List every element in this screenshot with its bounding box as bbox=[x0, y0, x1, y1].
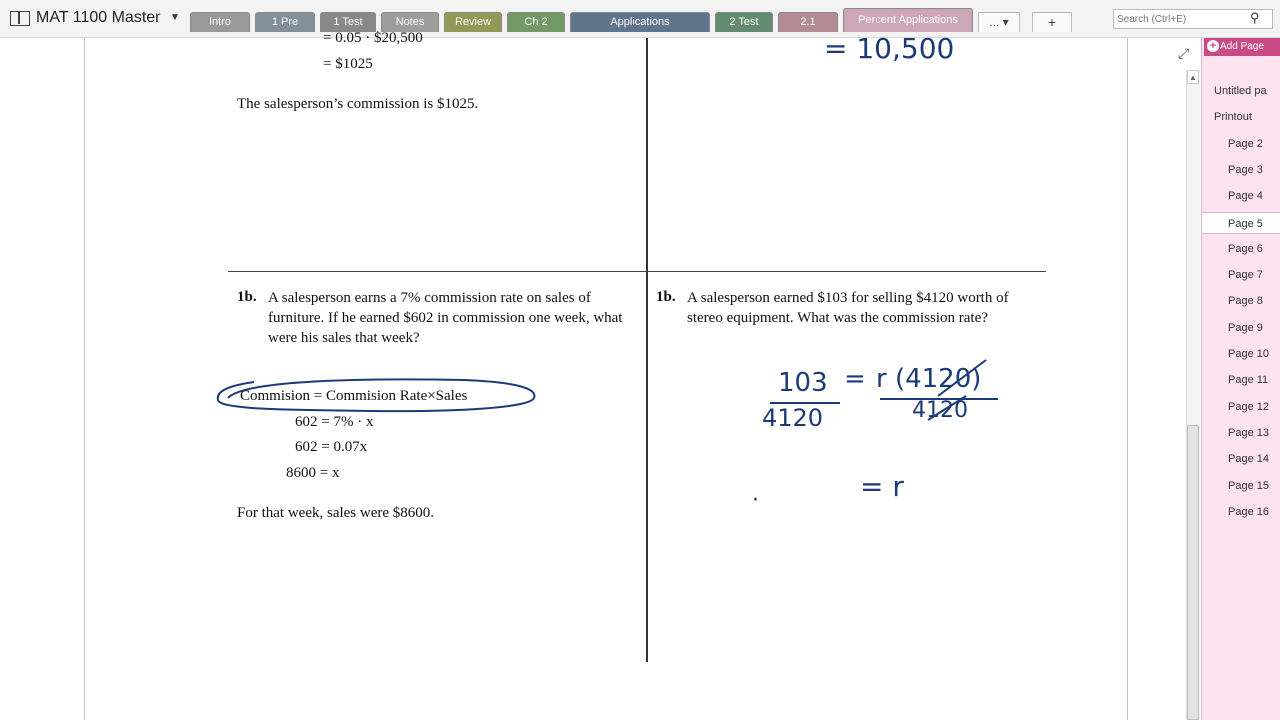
section-tab-active[interactable]: Percent Applications bbox=[843, 8, 973, 32]
problem-text-right: A salesperson earned $103 for selling $4… bbox=[687, 290, 1009, 326]
work-line-2: = $1025 bbox=[323, 56, 373, 72]
top-bar: MAT 1100 Master ▼ Intro 1 Pre 1 Test Not… bbox=[0, 0, 1280, 38]
problem-number-left: 1b. bbox=[237, 289, 257, 305]
step-1: 602 = 7% · x bbox=[295, 414, 374, 430]
chevron-down-icon: ▾ bbox=[1002, 15, 1009, 29]
work-line-1: = 0.05 · $20,500 bbox=[323, 30, 423, 46]
magnifier-icon[interactable]: ⚲ bbox=[1250, 10, 1260, 26]
commission-formula: Commision = Commision Rate×Sales bbox=[240, 388, 468, 404]
section-tab-1[interactable]: Intro bbox=[190, 12, 250, 32]
page-list-item[interactable]: Page 8 bbox=[1202, 290, 1280, 312]
section-tab-8[interactable]: 2 Test bbox=[715, 12, 773, 32]
page-list-item[interactable]: Page 15 bbox=[1202, 475, 1280, 497]
page-list-item[interactable]: Page 10 bbox=[1202, 343, 1280, 365]
page-list-item[interactable]: Untitled pa bbox=[1202, 80, 1280, 102]
handwritten-lhs-denominator: 4120 bbox=[762, 404, 824, 432]
page-list-item[interactable]: Page 4 bbox=[1202, 185, 1280, 207]
sales-conclusion: For that week, sales were $8600. bbox=[237, 505, 435, 521]
page-list-panel: + Add Page Untitled pa Printout Page 2 Page… bbox=[1201, 38, 1280, 720]
notebook-title[interactable]: MAT 1100 Master bbox=[36, 9, 161, 27]
page-list-item[interactable]: Printout bbox=[1202, 106, 1280, 128]
section-tab-2[interactable]: 1 Pre bbox=[255, 12, 315, 32]
section-tab-3[interactable]: 1 Test bbox=[320, 12, 376, 32]
section-tab-9[interactable]: 2.1 bbox=[778, 12, 838, 32]
page-list-item[interactable]: Page 6 bbox=[1202, 238, 1280, 260]
more-tabs-button[interactable]: ... ▾ bbox=[978, 12, 1020, 32]
page-list-item[interactable]: Page 13 bbox=[1202, 422, 1280, 444]
chevron-down-icon[interactable]: ▼ bbox=[170, 12, 180, 23]
vertical-divider bbox=[646, 38, 648, 662]
section-tab-5[interactable]: Review bbox=[444, 12, 502, 32]
section-tab-7[interactable]: Applications bbox=[570, 12, 710, 32]
more-label: ... bbox=[989, 15, 1000, 29]
page-list-item[interactable]: Page 16 bbox=[1202, 501, 1280, 523]
expand-icon[interactable]: ⤢ bbox=[1178, 45, 1189, 62]
page-list-item[interactable]: Page 14 bbox=[1202, 448, 1280, 470]
notebook-icon[interactable] bbox=[10, 11, 30, 26]
add-page-button[interactable]: + Add Page bbox=[1204, 38, 1280, 56]
handwritten-equals: = bbox=[844, 364, 866, 394]
page-list-item[interactable]: Page 9 bbox=[1202, 317, 1280, 339]
page-list-item[interactable]: Page 11 bbox=[1202, 369, 1280, 391]
handwritten-lhs-numerator: 103 bbox=[778, 368, 828, 398]
section-tab-6[interactable]: Ch 2 bbox=[507, 12, 565, 32]
plus-circle-icon: + bbox=[1207, 40, 1219, 52]
search-input[interactable] bbox=[1113, 9, 1273, 29]
step-2: 602 = 0.07x bbox=[295, 439, 368, 455]
problem-text-left: A salesperson earns a 7% commission rate… bbox=[268, 290, 623, 346]
add-section-button[interactable]: + bbox=[1032, 12, 1072, 32]
problem-number-right: 1b. bbox=[656, 289, 676, 305]
section-tab-4[interactable]: Notes bbox=[381, 12, 439, 32]
horizontal-divider bbox=[228, 271, 1046, 272]
scroll-up-arrow[interactable]: ▲ bbox=[1187, 70, 1199, 84]
page-list-item[interactable]: Page 3 bbox=[1202, 159, 1280, 181]
page-list-item[interactable]: Page 12 bbox=[1202, 396, 1280, 418]
commission-conclusion: The salesperson’s commission is $1025. bbox=[237, 96, 479, 112]
handwritten-top-right: = 10,500 bbox=[824, 32, 955, 65]
step-3: 8600 = x bbox=[286, 465, 340, 481]
page-list-item[interactable]: Page 7 bbox=[1202, 264, 1280, 286]
page-list-item[interactable]: Page 2 bbox=[1202, 133, 1280, 155]
handwritten-dot: · bbox=[752, 488, 759, 513]
add-page-label: Add Page bbox=[1220, 41, 1264, 52]
handwritten-result: = r bbox=[860, 470, 904, 503]
page-list-item[interactable]: Page 5 bbox=[1202, 211, 1280, 234]
scroll-thumb[interactable] bbox=[1187, 425, 1199, 720]
handwritten-rhs-denominator: 4120 bbox=[912, 398, 968, 423]
